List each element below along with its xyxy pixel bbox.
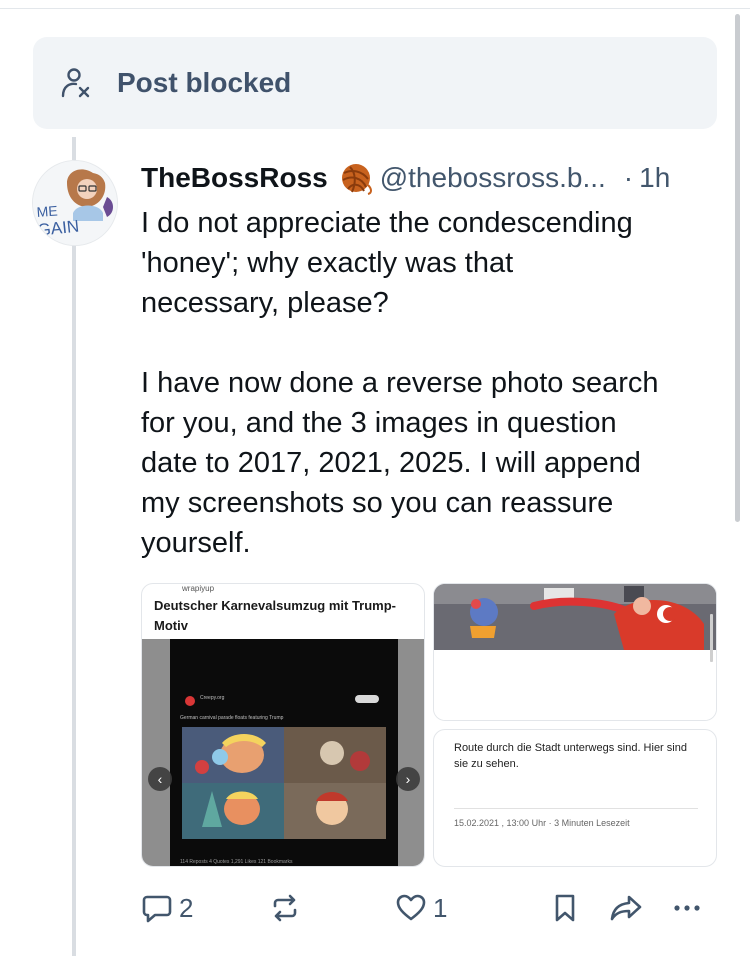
media-grid: wrapiyup Deutscher Karnevalsumzug mit Tr…	[141, 583, 717, 867]
image-screenshot-3[interactable]: Route durch die Stadt unterwegs sind. Hi…	[433, 729, 717, 867]
top-fragment: wrapiyup	[182, 584, 215, 593]
person-x-icon	[61, 68, 90, 98]
embedded-tweet-body: Creepy.org German carnival parade floats…	[170, 639, 398, 866]
more-dots-icon	[674, 905, 700, 911]
heart-icon	[396, 894, 426, 921]
yarn-ball-icon	[341, 164, 372, 195]
tweet-text: German carnival parade floats featuring …	[180, 715, 284, 721]
article-excerpt: Route durch die Stadt unterwegs sind. Hi…	[454, 742, 687, 770]
top-divider	[0, 8, 750, 9]
reply-count: 2	[179, 892, 194, 923]
collage-graphic	[182, 727, 386, 839]
repost-button[interactable]	[269, 888, 301, 928]
carousel-next-button[interactable]: ›	[396, 767, 420, 791]
author-display-name[interactable]: TheBossRoss	[141, 162, 328, 194]
author-handle[interactable]: @thebossross.b...	[380, 162, 606, 194]
post-header: TheBossRoss @thebossross.b... · 1h	[141, 160, 731, 196]
article-separator	[454, 808, 698, 809]
post-time[interactable]: 1h	[639, 162, 670, 194]
separator-dot: ·	[623, 162, 634, 193]
avatar-image: ME AGAIN	[33, 161, 117, 245]
avatar[interactable]: ME AGAIN	[32, 160, 118, 246]
thread-line-top	[72, 137, 76, 160]
image-screenshot-2[interactable]	[433, 583, 717, 721]
share-icon	[610, 895, 642, 921]
post-text: I do not appreciate the condescending 'h…	[141, 207, 659, 559]
share-button[interactable]	[609, 888, 643, 928]
blocked-post-label: Post blocked	[117, 67, 292, 98]
carousel-prev-button[interactable]: ‹	[148, 767, 172, 791]
image-collage	[182, 727, 386, 839]
image-screenshot-1[interactable]: wrapiyup Deutscher Karnevalsumzug mit Tr…	[141, 583, 425, 867]
embedded-tweet: Creepy.org German carnival parade floats…	[142, 639, 424, 866]
post-actions: 2 1	[141, 888, 721, 928]
thread-line	[72, 226, 76, 956]
like-button[interactable]: 1	[395, 888, 447, 928]
screenshot-2-graphic	[434, 584, 716, 720]
avatar-text-top: ME	[36, 203, 58, 220]
more-options-button[interactable]	[671, 888, 703, 928]
article-title: Deutscher Karnevalsumzug mit Trump-Motiv	[154, 598, 396, 633]
article-date: 15.02.2021 , 13:00 Uhr · 3 Minuten Lesez…	[454, 818, 630, 828]
scrollbar[interactable]	[735, 14, 740, 522]
like-count: 1	[433, 892, 448, 923]
tweet-account: Creepy.org	[200, 695, 225, 701]
tweet-stats: 114 Reposts 4 Quotes 1,291 Likes 121 Boo…	[180, 859, 293, 865]
bookmark-icon	[555, 894, 575, 922]
reply-icon	[142, 895, 172, 923]
reply-button[interactable]: 2	[141, 888, 193, 928]
bookmark-button[interactable]	[549, 888, 581, 928]
repost-icon	[273, 894, 297, 922]
